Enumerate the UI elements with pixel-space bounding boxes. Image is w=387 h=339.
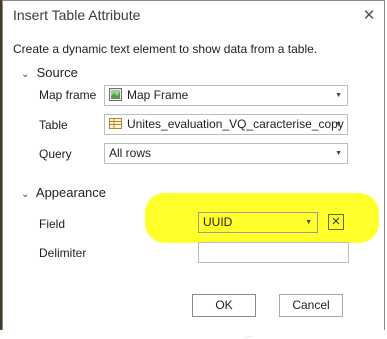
table-label: Table — [39, 118, 68, 132]
close-button[interactable]: ✕ — [359, 6, 379, 26]
clear-field-button[interactable]: ✕ — [328, 214, 344, 230]
map-frame-value: Map Frame — [127, 88, 189, 102]
map-frame-label: Map frame — [39, 88, 97, 102]
insert-table-attribute-dialog: Insert Table Attribute ✕ Create a dynami… — [2, 0, 385, 331]
dialog-description: Create a dynamic text element to show da… — [13, 42, 318, 56]
chevron-down-icon: ⌄ — [21, 189, 30, 200]
query-select[interactable]: All rows ▼ — [104, 143, 348, 164]
dropdown-arrow-icon: ▼ — [305, 219, 312, 226]
field-select[interactable]: UUID ▼ — [198, 212, 318, 233]
dropdown-arrow-icon: ▼ — [335, 121, 342, 128]
table-value: Unites_evaluation_VQ_caracterise_copy — [127, 117, 344, 131]
source-section-header[interactable]: ⌄ Source — [21, 65, 78, 80]
cancel-button[interactable]: Cancel — [279, 294, 343, 317]
source-section-label: Source — [36, 65, 78, 80]
map-frame-icon — [109, 88, 122, 101]
ok-button[interactable]: OK — [192, 294, 256, 317]
dropdown-arrow-icon: ▼ — [335, 150, 342, 157]
background-window-strip: ... — [0, 330, 387, 339]
table-select[interactable]: Unites_evaluation_VQ_caracterise_copy ▼ — [104, 114, 348, 135]
delimiter-label: Delimiter — [39, 246, 87, 260]
map-frame-select[interactable]: Map Frame ▼ — [104, 85, 348, 106]
query-value: All rows — [109, 146, 152, 160]
appearance-section-header[interactable]: ⌄ Appearance — [21, 185, 106, 200]
clear-icon: ✕ — [331, 216, 341, 228]
chevron-down-icon: ⌄ — [21, 69, 30, 80]
appearance-section-label: Appearance — [35, 185, 107, 200]
dropdown-arrow-icon: ▼ — [335, 92, 342, 99]
field-value: UUID — [203, 215, 233, 229]
delimiter-input[interactable] — [198, 242, 349, 263]
query-label: Query — [39, 147, 72, 161]
table-icon — [109, 118, 122, 129]
dialog-title: Insert Table Attribute — [13, 7, 141, 23]
background-text: ... — [246, 330, 253, 339]
field-label: Field — [39, 217, 66, 231]
close-icon: ✕ — [362, 7, 376, 24]
